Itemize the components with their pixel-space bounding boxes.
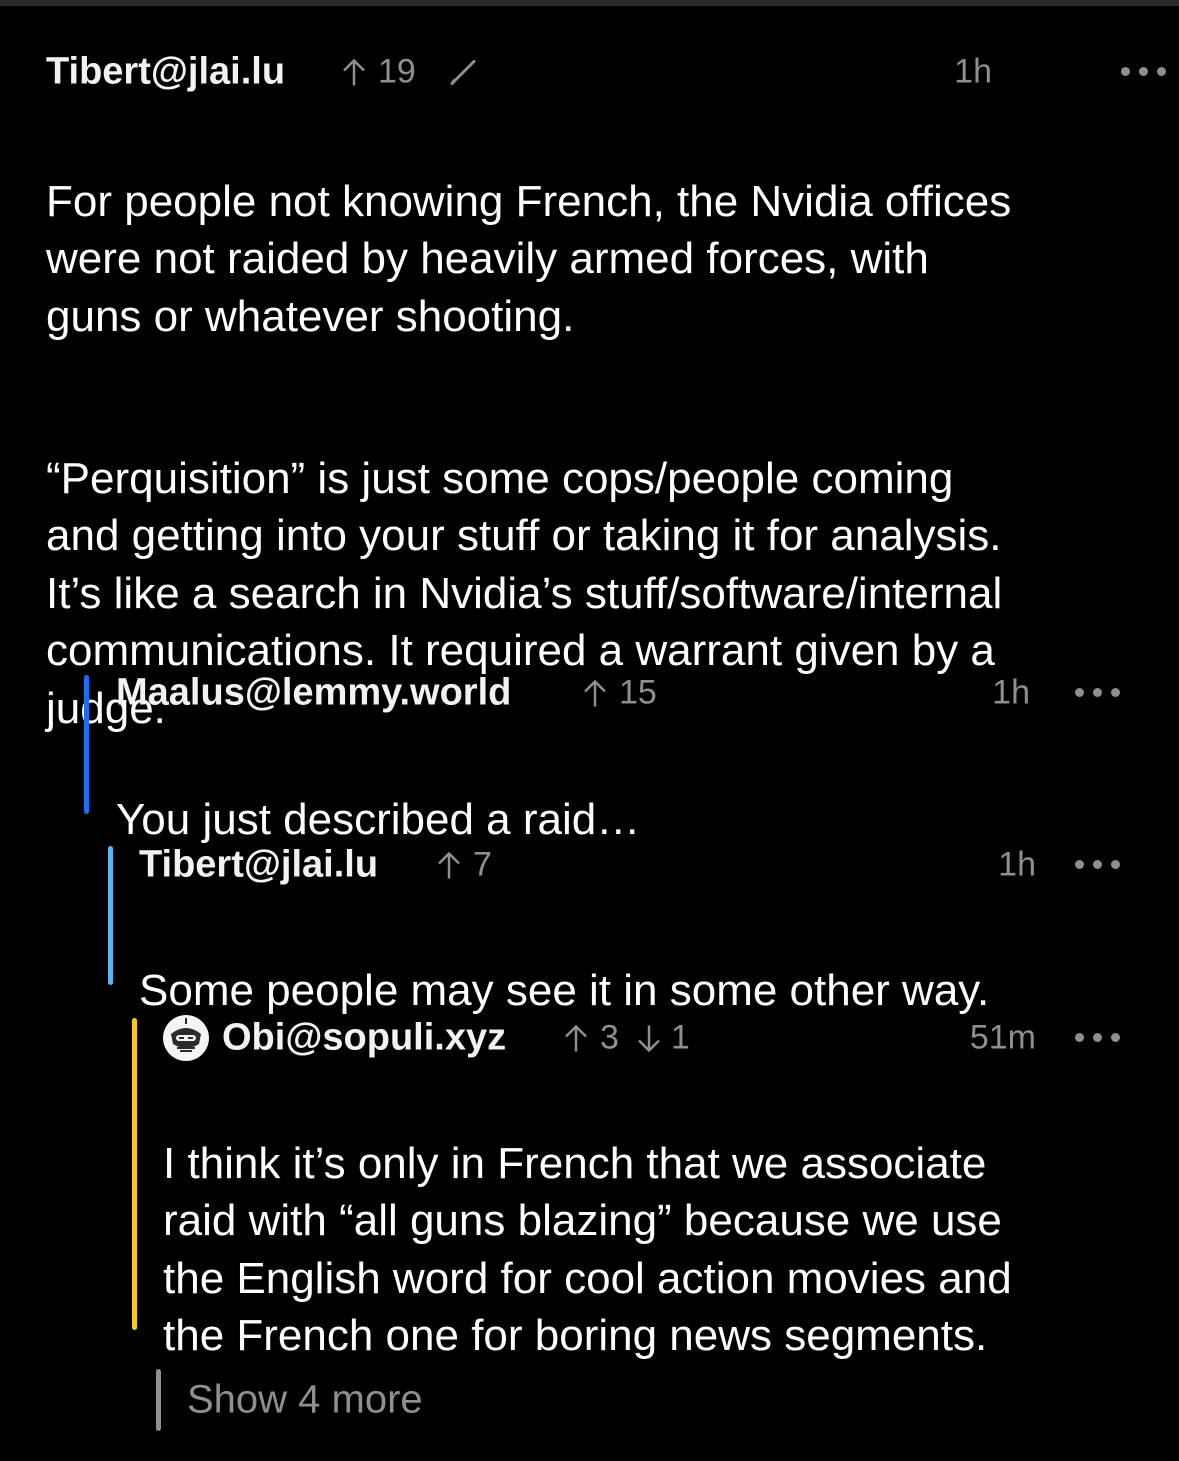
comment-meta: Tibert@jlai.lu 19 1h [46,47,1166,97]
thread-indicator [156,1369,161,1431]
thread-indicator [132,1018,137,1330]
more-options-icon[interactable] [1075,1033,1121,1043]
robot-avatar-icon[interactable] [162,1014,210,1062]
show-more-label: Show 4 more [187,1377,423,1422]
more-options-icon[interactable] [1121,67,1167,77]
comment-paragraph: I think it’s only in French that we asso… [163,1138,1012,1361]
comment-obi-reply[interactable]: Obi@sopuli.xyz 3 1 51m I think it’s only… [132,1015,1136,1360]
vote-count[interactable]: 19 [342,53,478,92]
upvote-group[interactable]: 3 [564,1019,619,1058]
comment-tibert-reply[interactable]: Tibert@jlai.lu 7 1h Some people may see … [108,844,1136,1015]
upvote-arrow-icon[interactable] [583,678,607,708]
upvote-count: 19 [378,52,416,91]
downvote-arrow-icon[interactable] [637,1023,661,1053]
timestamp: 1h [998,845,1036,884]
upvote-count: 7 [473,845,492,884]
author-name[interactable]: Tibert@jlai.lu [46,51,285,94]
timestamp: 51m [969,1018,1036,1057]
vote-count[interactable]: 15 [583,674,657,713]
comment-meta: Tibert@jlai.lu 7 1h [108,840,1136,890]
comment-paragraph: For people not knowing French, the Nvidi… [46,176,1012,341]
timestamp: 1h [992,673,1030,712]
author-name[interactable]: Obi@sopuli.xyz [222,1017,506,1060]
upvote-count: 3 [600,1018,619,1057]
downvote-group[interactable]: 1 [637,1019,690,1058]
comment-paragraph: Some people may see it in some other way… [139,965,990,1015]
comment-meta: Maalus@lemmy.world 15 1h [84,668,1136,718]
upvote-arrow-icon[interactable] [342,57,366,87]
timestamp: 1h [954,52,992,91]
comment-meta: Obi@sopuli.xyz 3 1 51m [132,1013,1136,1063]
author-name[interactable]: Tibert@jlai.lu [139,844,378,887]
downvote-count: 1 [670,1018,690,1057]
more-options-icon[interactable] [1075,860,1121,870]
more-options-icon[interactable] [1075,688,1121,698]
edited-pencil-icon [449,59,476,85]
comment-maalus-reply[interactable]: Maalus@lemmy.world 15 1h You just descri… [84,672,1136,844]
vote-count[interactable]: 3 1 [564,1019,690,1058]
vote-count[interactable]: 7 [437,846,492,885]
author-name[interactable]: Maalus@lemmy.world [116,672,511,715]
comment-tibert-root[interactable]: Tibert@jlai.lu 19 1h For people not know… [46,47,1166,733]
upvote-arrow-icon[interactable] [564,1023,588,1053]
upvote-arrow-icon[interactable] [437,850,461,880]
upvote-count: 15 [619,673,657,712]
top-separator [0,0,1179,6]
show-more-replies-button[interactable]: Show 4 more [156,1369,556,1431]
